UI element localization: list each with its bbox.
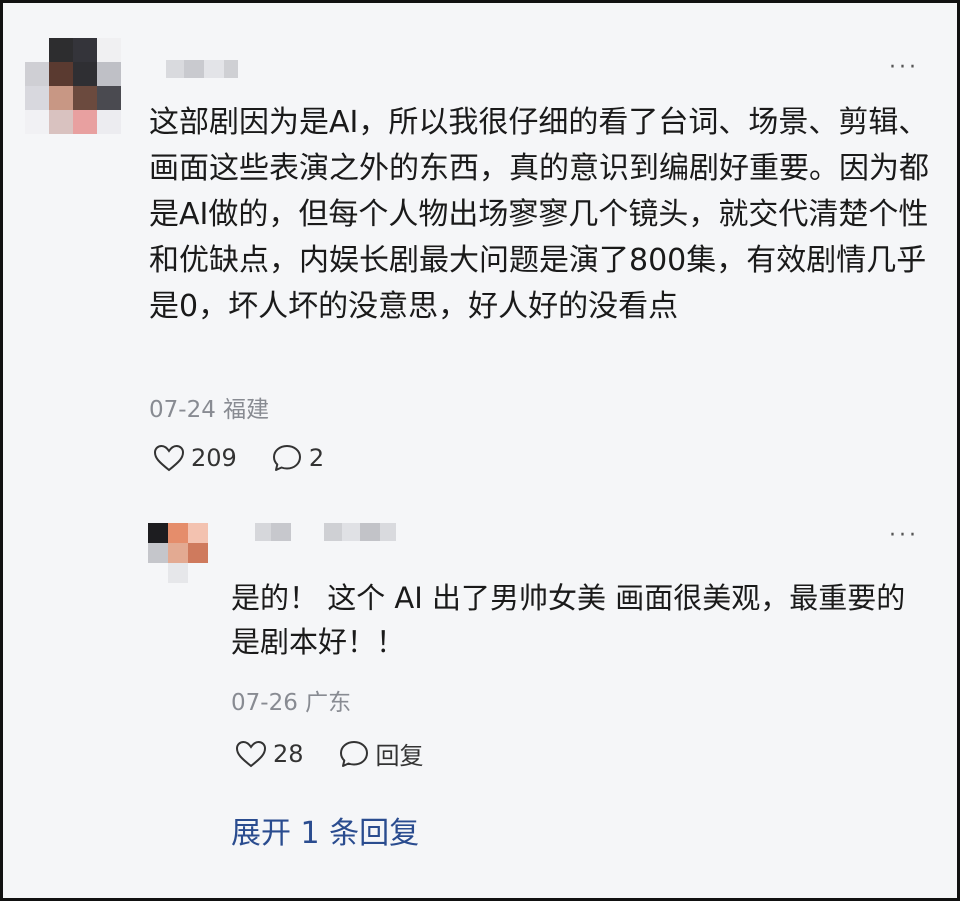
- avatar[interactable]: [148, 523, 208, 583]
- reply-date: 07-26: [231, 690, 298, 716]
- like-button[interactable]: 209: [153, 443, 237, 473]
- reply-meta: 07-26 广东: [231, 683, 351, 717]
- like-count: 209: [191, 444, 237, 472]
- username-blurred[interactable]: [324, 523, 396, 541]
- comment-location: 福建: [223, 397, 270, 423]
- reply-location: 广东: [305, 690, 352, 716]
- comment-actions: 209 2: [153, 443, 358, 473]
- reply-actions: 28 回复: [235, 736, 458, 771]
- reply-count: 2: [308, 444, 325, 472]
- comment-meta: 07-24 福建: [149, 390, 269, 424]
- heart-icon: [235, 740, 267, 767]
- like-count: 28: [273, 739, 304, 768]
- chat-bubble-icon: [272, 445, 301, 471]
- reply-button[interactable]: 回复: [338, 736, 424, 771]
- more-dots-icon[interactable]: ···: [889, 57, 919, 79]
- username-blurred[interactable]: [255, 523, 291, 541]
- reply-label: 回复: [375, 742, 424, 770]
- more-dots-icon[interactable]: ···: [889, 525, 919, 547]
- reply-text: 是的！ 这个 AI 出了男帅女美 画面很美观，最重要的是剧本好！！: [231, 581, 906, 659]
- comment-text: 这部剧因为是AI，所以我很仔细的看了台词、场景、剪辑、画面这些表演之外的东西，真…: [149, 105, 929, 324]
- reply-button[interactable]: 2: [271, 443, 324, 473]
- avatar[interactable]: [25, 38, 121, 134]
- username-blurred[interactable]: [166, 60, 238, 78]
- like-button[interactable]: 28: [235, 739, 304, 769]
- comment-thread: ··· 这部剧因为是AI，所以我很仔细的看了台词、场景、剪辑、画面这些表演之外的…: [0, 0, 960, 901]
- expand-replies-link[interactable]: 展开 1 条回复: [231, 808, 419, 852]
- comment-date: 07-24: [149, 397, 216, 423]
- heart-icon: [153, 444, 185, 472]
- chat-bubble-icon: [339, 740, 368, 767]
